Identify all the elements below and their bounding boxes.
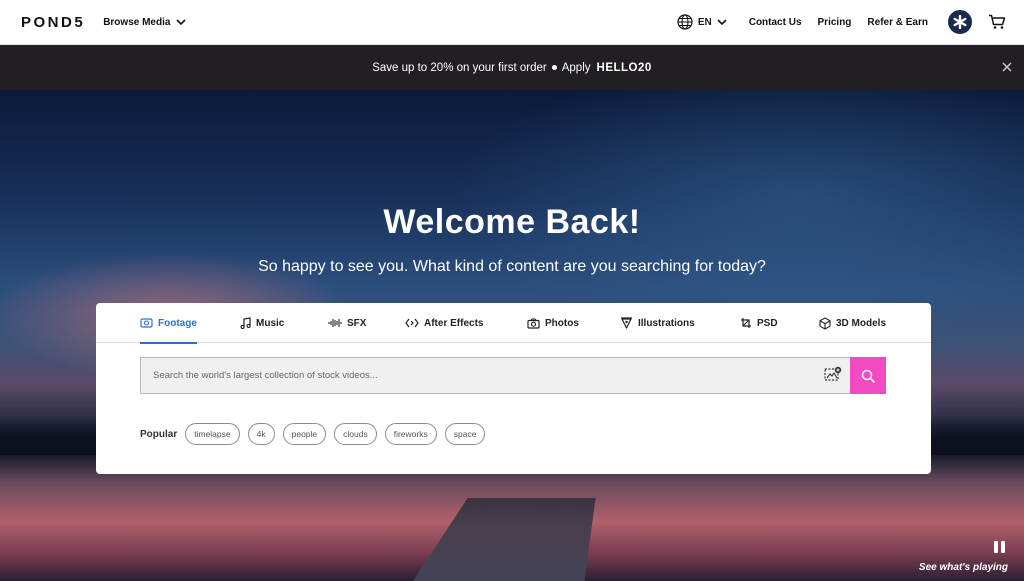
popular-tag-chip[interactable]: people: [282, 423, 327, 445]
search-input[interactable]: [140, 357, 850, 394]
star-icon: [953, 15, 967, 29]
language-label: EN: [697, 16, 712, 28]
pen-nib-icon: [621, 317, 632, 329]
tab-3d-models[interactable]: 3D Models: [819, 303, 886, 343]
tab-label: Footage: [158, 317, 197, 329]
popular-tag-chip[interactable]: space: [444, 423, 486, 445]
account-avatar[interactable]: [948, 10, 972, 34]
popular-tag-chip[interactable]: 4k: [247, 423, 275, 445]
pause-icon-bar: [1001, 541, 1005, 553]
footage-icon: [140, 318, 153, 328]
psd-icon: [741, 318, 751, 328]
hero-title: Welcome Back!: [383, 203, 641, 241]
promo-text: Save up to 20% on your first order: [372, 61, 547, 74]
tab-label: Illustrations: [638, 317, 695, 329]
promo-code: HELLO20: [596, 61, 652, 74]
chevron-down-icon: [717, 18, 727, 25]
hero-background-dock: [400, 498, 596, 581]
hero-subtitle: So happy to see you. What kind of conten…: [258, 258, 766, 275]
browse-media-label: Browse Media: [103, 16, 171, 28]
music-icon: [240, 317, 251, 329]
media-type-tabs: Footage Music SFX After Effects Photos I…: [96, 303, 931, 344]
cube-icon: [819, 316, 831, 330]
top-navigation: POND5 Browse Media EN Contact Us Pricing…: [0, 0, 1024, 45]
tab-sfx[interactable]: SFX: [328, 303, 366, 343]
chevron-down-icon: [176, 18, 187, 25]
popular-tags: Popular timelapse 4k people clouds firew…: [140, 423, 486, 445]
cart-button[interactable]: [988, 14, 1006, 30]
tab-label: SFX: [347, 317, 367, 329]
sfx-icon: [328, 319, 342, 327]
hero-section: Welcome Back! So happy to see you. What …: [0, 90, 1024, 581]
pricing-link[interactable]: Pricing: [818, 17, 852, 28]
tab-label: 3D Models: [836, 317, 887, 329]
pause-video-button[interactable]: [994, 541, 1006, 553]
see-whats-playing-link[interactable]: See what's playing: [919, 562, 1008, 573]
pause-icon-bar: [994, 541, 998, 553]
promo-separator-dot: [551, 64, 557, 70]
pond5-logo[interactable]: POND5: [21, 14, 85, 31]
popular-tag-chip[interactable]: clouds: [334, 423, 377, 445]
tab-photos[interactable]: Photos: [527, 303, 579, 343]
promo-banner: Save up to 20% on your first order Apply…: [0, 45, 1024, 90]
after-effects-icon: [405, 318, 419, 328]
contact-us-link[interactable]: Contact Us: [749, 17, 802, 28]
tab-label: Music: [256, 317, 285, 329]
promo-apply-text: Apply: [561, 61, 591, 74]
tab-label: Photos: [545, 317, 579, 329]
search-card: Footage Music SFX After Effects Photos I…: [96, 303, 931, 474]
tab-label: PSD: [757, 317, 778, 329]
search-bar: [140, 357, 886, 394]
image-search-icon[interactable]: [824, 366, 842, 382]
refer-earn-link[interactable]: Refer & Earn: [867, 17, 928, 28]
tab-psd[interactable]: PSD: [740, 303, 778, 343]
tab-music[interactable]: Music: [240, 303, 284, 343]
globe-icon: [677, 14, 693, 30]
tab-footage[interactable]: Footage: [140, 303, 197, 344]
tab-label: After Effects: [424, 317, 484, 329]
tab-illustrations[interactable]: Illustrations: [620, 303, 695, 343]
popular-tag-chip[interactable]: fireworks: [384, 423, 437, 445]
cart-icon: [989, 14, 1006, 29]
search-icon: [861, 369, 875, 383]
search-button[interactable]: [850, 357, 886, 394]
camera-icon: [527, 317, 540, 329]
popular-tag-chip[interactable]: timelapse: [185, 423, 240, 445]
popular-label: Popular: [140, 428, 178, 440]
browse-media-menu[interactable]: Browse Media: [103, 16, 187, 28]
language-selector[interactable]: EN: [677, 14, 727, 30]
tab-after-effects[interactable]: After Effects: [405, 303, 483, 343]
close-icon[interactable]: [1000, 60, 1014, 74]
